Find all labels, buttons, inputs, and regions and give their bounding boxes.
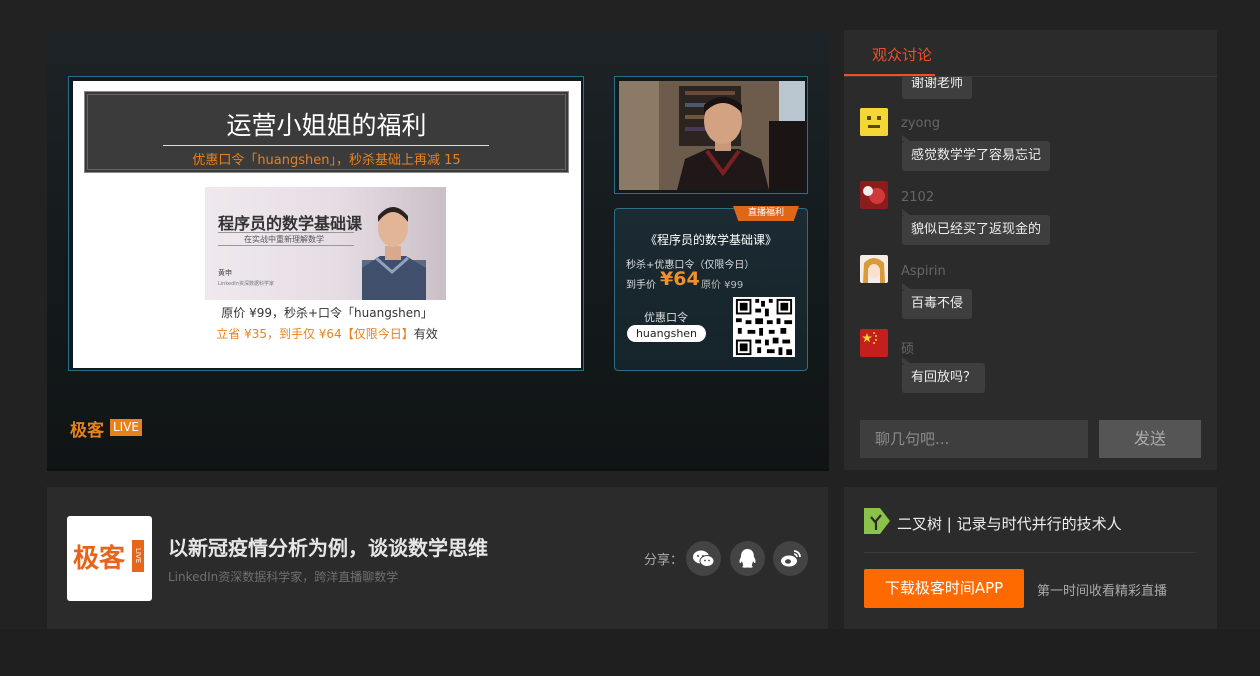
course-cover-author: 黄申 xyxy=(218,269,232,277)
promo-final-price: ¥64 xyxy=(660,268,700,290)
chat-input[interactable] xyxy=(860,420,1088,458)
channel-logo-text: 极客 xyxy=(73,544,126,574)
avatar xyxy=(860,108,888,136)
avatar xyxy=(860,329,888,357)
geekbang-live-logo-text: 极客 xyxy=(70,421,104,441)
chat-message-list[interactable]: 谢谢老师 zyong 感觉数学学了容易忘记 2102 貌似已经买了返现金的 As… xyxy=(844,77,1217,403)
share-wechat-button[interactable] xyxy=(686,541,721,576)
chat-username: Aspirin xyxy=(901,264,946,279)
live-subtitle: LinkedIn资深数据科学家，跨洋直播聊数学 xyxy=(168,570,399,584)
chat-bubble: 谢谢老师 xyxy=(902,77,973,99)
slide-coupon-line: 优惠口令「huangshen」，秒杀基础上再减 15 xyxy=(192,153,461,168)
binary-tree-logo-icon xyxy=(864,508,890,534)
chat-bubble: 有回放吗？ xyxy=(902,357,986,393)
promo-original-price: 原价 ¥99 xyxy=(701,280,744,291)
download-app-button[interactable]: 下载极客时间APP xyxy=(864,569,1024,608)
app-promo-title: 二叉树 | 记录与时代并行的技术人 xyxy=(897,515,1122,533)
course-cover-rule xyxy=(218,245,354,246)
send-button[interactable]: 发送 xyxy=(1099,420,1201,458)
promo-tag: 直播福利 xyxy=(733,206,799,221)
promo-title: 《程序员的数学基础课》 xyxy=(644,233,777,247)
qq-icon xyxy=(739,549,756,568)
course-cover-subtitle: 在实战中重新理解数学 xyxy=(244,235,324,244)
share-label: 分享： xyxy=(644,553,684,568)
chat-bubble: 貌似已经买了返现金的 xyxy=(902,209,1051,245)
anime-girl-avatar-icon xyxy=(860,255,888,283)
promo-final-label: 到手价 xyxy=(626,280,656,291)
china-flag-avatar-icon xyxy=(860,329,888,357)
presenter-camera-feed xyxy=(619,81,805,190)
slide-discount-suffix: 有效 xyxy=(413,327,438,341)
live-title: 以新冠疫情分析为例，谈谈数学思维 xyxy=(168,536,488,560)
slide-discount-highlight: 立省 ¥35，到手仅 ¥64【仅限今日】 xyxy=(216,327,414,341)
player-bottom-edge xyxy=(47,469,829,471)
channel-logo-live: LIVE xyxy=(132,540,144,572)
course-cover-rule xyxy=(218,232,354,233)
weibo-icon xyxy=(781,550,801,567)
promo-code-label: 优惠口令 xyxy=(644,311,688,324)
slide-title-underline xyxy=(163,145,489,146)
tab-audience-discussion[interactable]: 观众讨论 xyxy=(872,44,932,65)
share-qq-button[interactable] xyxy=(730,541,765,576)
wechat-icon xyxy=(693,550,715,567)
share-weibo-button[interactable] xyxy=(773,541,808,576)
chat-username: zyong xyxy=(901,116,940,131)
app-promo-note: 第一时间收看精彩直播 xyxy=(1037,584,1168,599)
app-promo-divider xyxy=(864,552,1196,553)
red-photo-avatar-icon xyxy=(860,181,888,209)
promo-code-pill: huangshen xyxy=(627,325,706,342)
yellow-emoji-avatar-icon xyxy=(860,108,888,136)
avatar xyxy=(860,181,888,209)
live-badge: LIVE xyxy=(110,419,142,436)
slide-discount-line: 立省 ¥35，到手仅 ¥64【仅限今日】有效 xyxy=(73,325,581,342)
page-footer-band xyxy=(0,629,1260,676)
chat-username: 硕 xyxy=(901,342,915,357)
chat-bubble: 感觉数学学了容易忘记 xyxy=(902,135,1051,171)
course-cover-title: 程序员的数学基础课 xyxy=(218,214,363,233)
author-portrait xyxy=(362,207,426,300)
chat-username: 2102 xyxy=(901,190,935,205)
avatar xyxy=(860,255,888,283)
course-cover-author-desc: LinkedIn资深数据科学家 xyxy=(218,281,274,287)
slide-title: 运营小姐姐的福利 xyxy=(226,111,427,140)
chat-bubble: 百毒不侵 xyxy=(902,283,973,319)
qr-code-icon xyxy=(733,297,795,357)
slide-price-line: 原价 ¥99，秒杀+口令「huangshen」 xyxy=(221,306,433,320)
